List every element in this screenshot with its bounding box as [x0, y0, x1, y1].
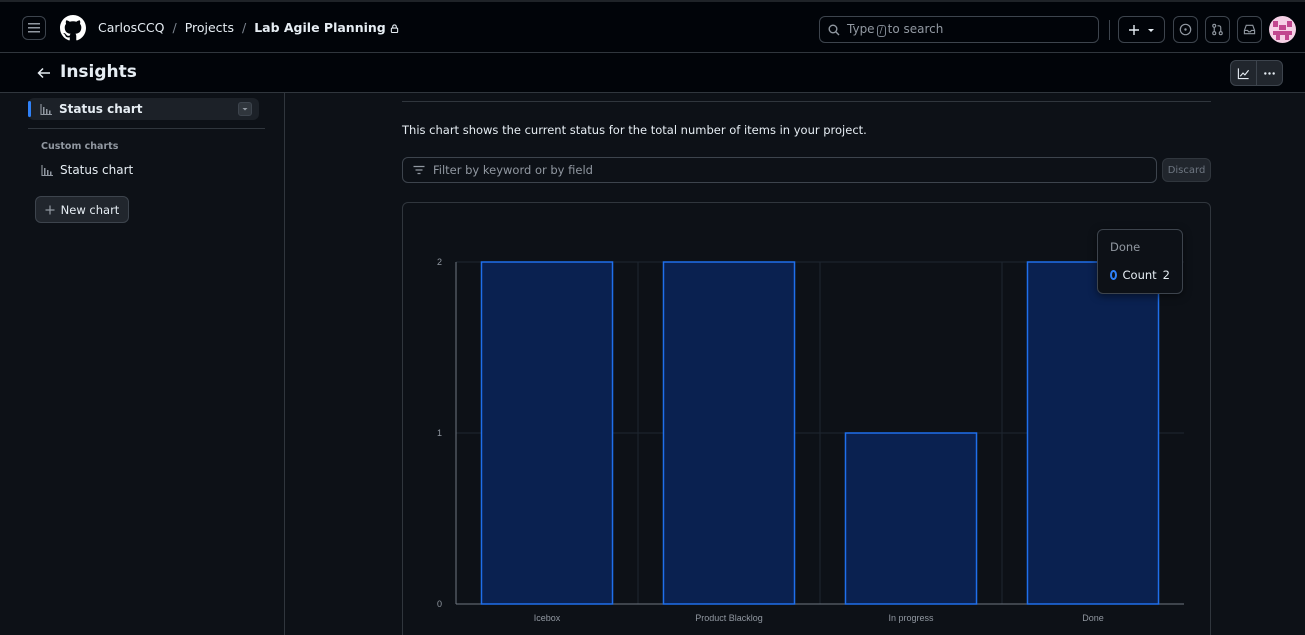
identicon-icon: [1273, 21, 1292, 40]
project-name: Lab Agile Planning: [254, 20, 386, 35]
breadcrumb: CarlosCCQ / Projects / Lab Agile Plannin…: [98, 20, 399, 35]
git-pull-request-icon: [1212, 23, 1223, 36]
chart-type-button[interactable]: [1230, 60, 1257, 86]
x-tick-label: Product Blacklog: [695, 613, 763, 623]
sidebar-divider: [28, 128, 265, 129]
discard-button[interactable]: Discard: [1162, 158, 1211, 182]
more-options-button[interactable]: [1256, 60, 1283, 86]
pull-requests-button[interactable]: [1205, 16, 1230, 43]
status-bar-chart: 0 1 2 Icebox Product Blacklog In progress Done: [437, 257, 1184, 623]
sidebar-item-status-chart-active[interactable]: Status chart: [28, 98, 259, 120]
bar-chart-icon: [41, 164, 53, 176]
issues-button[interactable]: [1173, 16, 1198, 43]
tooltip-value: 2: [1162, 268, 1170, 282]
tooltip-title: Done: [1110, 240, 1141, 254]
hamburger-icon: [28, 23, 40, 33]
issue-opened-icon: [1179, 23, 1192, 36]
sidebar-item-status-chart[interactable]: Status chart: [41, 163, 133, 177]
section-divider: [402, 101, 1211, 102]
tooltip-row: Count 2: [1110, 268, 1170, 282]
search-placeholder: Type / to search: [847, 22, 944, 37]
plus-icon: [45, 205, 55, 214]
menu-button[interactable]: [22, 16, 46, 40]
filter-icon: [413, 165, 425, 175]
sidebar-item-label: Status chart: [59, 102, 143, 116]
inbox-button[interactable]: [1237, 16, 1262, 43]
github-logo-icon[interactable]: [60, 15, 86, 41]
filter-placeholder: Filter by keyword or by field: [433, 163, 593, 177]
chart-tooltip: Done Count 2: [1097, 229, 1183, 294]
avatar[interactable]: [1269, 16, 1296, 43]
divider: [1109, 20, 1110, 40]
create-new-button[interactable]: [1118, 16, 1165, 43]
chart-container: 0 1 2 Icebox Product Blacklog In progress Done: [402, 202, 1211, 635]
chart-description: This chart shows the current status for …: [402, 123, 867, 137]
page-header: Insights: [0, 53, 1305, 93]
graph-icon: [1237, 67, 1250, 79]
breadcrumb-separator: /: [241, 20, 247, 35]
filter-input[interactable]: Filter by keyword or by field: [402, 157, 1157, 183]
y-tick-label: 1: [437, 428, 442, 438]
custom-charts-heading: Custom charts: [41, 141, 119, 152]
page-title: Insights: [60, 62, 137, 82]
y-tick-label: 2: [437, 257, 442, 267]
x-tick-label: Done: [1082, 613, 1104, 623]
inbox-icon: [1243, 24, 1256, 35]
triangle-down-icon: [242, 108, 248, 111]
breadcrumb-projects[interactable]: Projects: [185, 20, 234, 35]
search-input[interactable]: Type / to search: [819, 16, 1099, 43]
bar-in-progress: [844, 432, 978, 605]
sidebar-item-label: Status chart: [60, 163, 134, 177]
lock-icon: [390, 24, 398, 33]
chart-options-dropdown[interactable]: [238, 102, 252, 116]
plus-icon: [1128, 24, 1139, 35]
bar-product-blacklog: [662, 261, 796, 605]
new-chart-button[interactable]: New chart: [35, 196, 129, 223]
bar-chart-icon: [40, 103, 52, 115]
breadcrumb-owner[interactable]: CarlosCCQ: [98, 20, 164, 35]
breadcrumb-project[interactable]: Lab Agile Planning: [254, 20, 399, 35]
breadcrumb-separator: /: [172, 20, 177, 35]
bar-done: [1026, 261, 1160, 605]
x-tick-label: In progress: [888, 613, 934, 623]
y-tick-label: 0: [437, 599, 442, 609]
global-header: CarlosCCQ / Projects / Lab Agile Plannin…: [0, 0, 1305, 53]
new-chart-label: New chart: [60, 202, 120, 217]
tooltip-series-label: Count: [1122, 268, 1157, 282]
bar-icebox: [480, 261, 614, 605]
kebab-horizontal-icon: [1264, 71, 1275, 75]
search-icon: [828, 24, 840, 35]
insights-sidebar: Status chart Custom charts Status chart …: [0, 93, 285, 635]
arrow-left-icon[interactable]: [36, 65, 52, 81]
x-tick-label: Icebox: [534, 613, 561, 623]
series-marker-icon: [1110, 270, 1117, 280]
chevron-down-icon: [1147, 28, 1154, 32]
